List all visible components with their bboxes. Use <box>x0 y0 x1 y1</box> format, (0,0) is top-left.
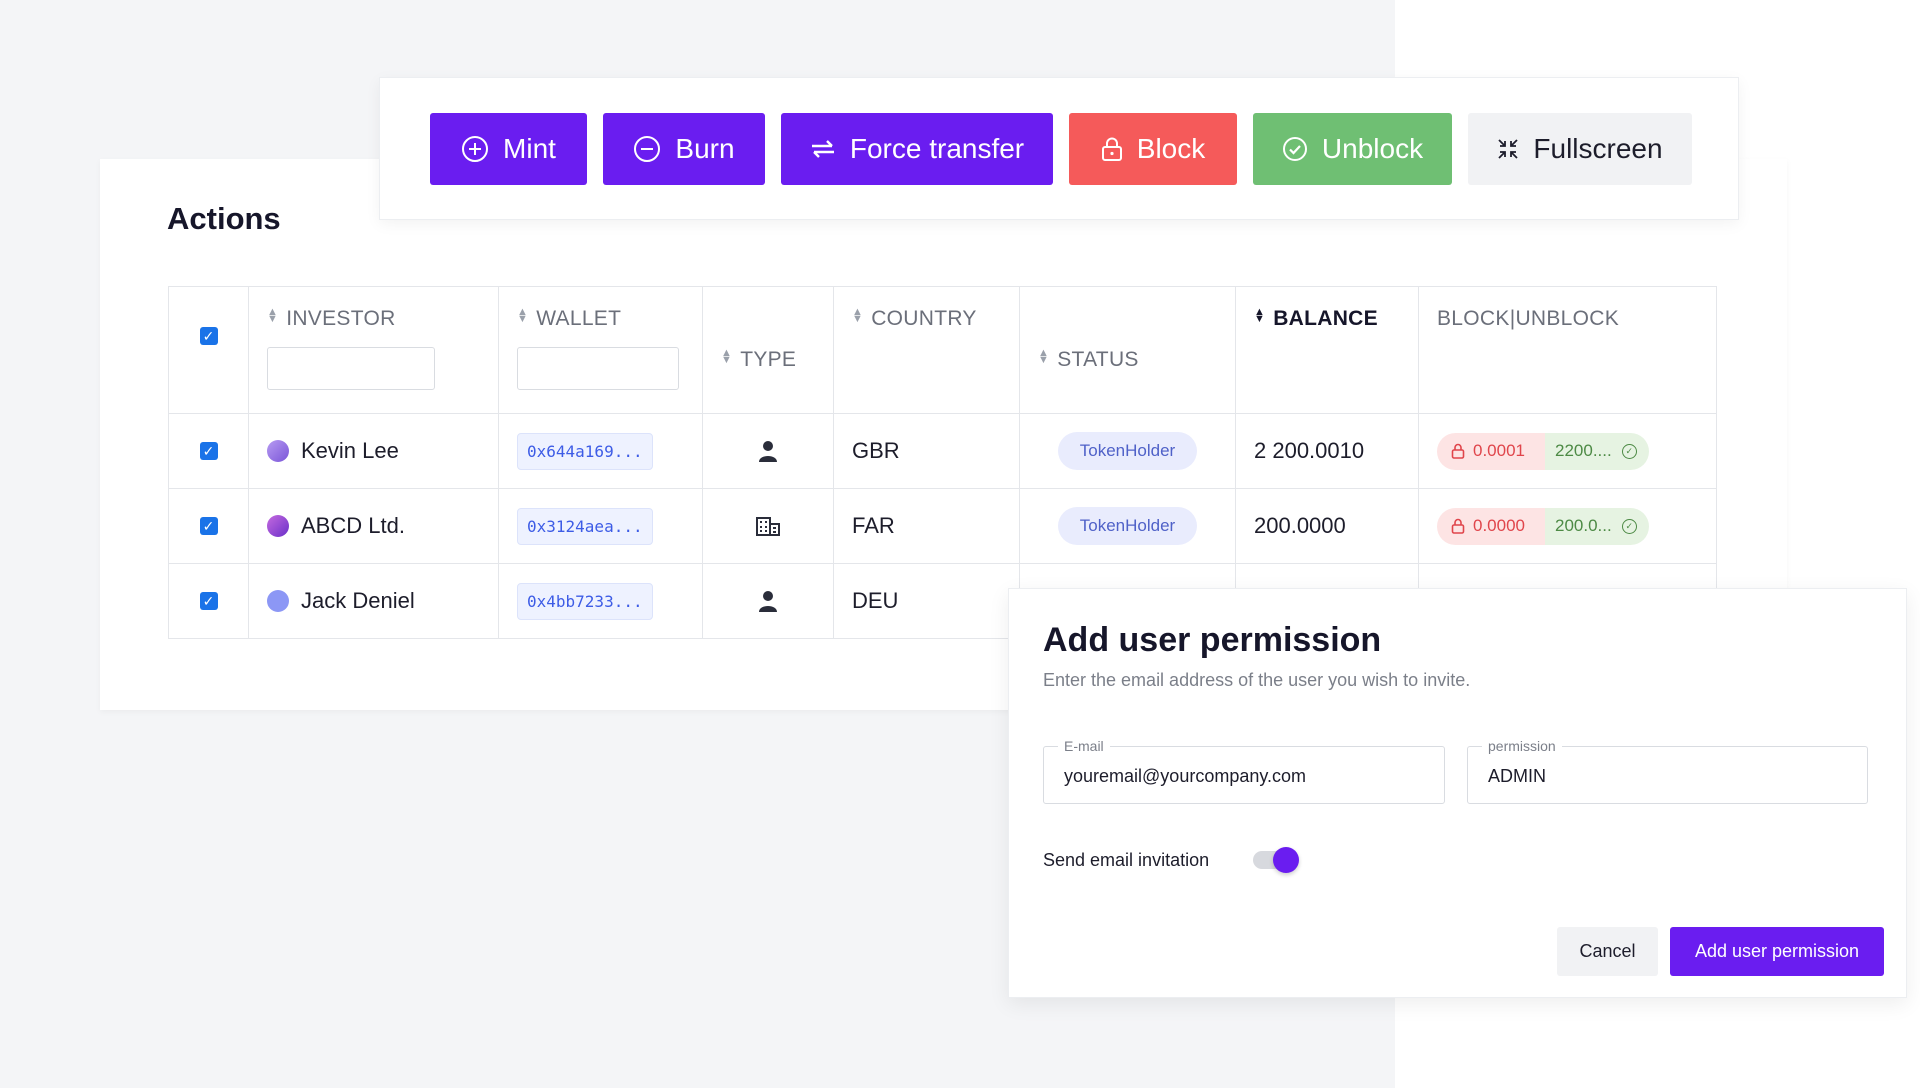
blocked-amount: 0.0000 <box>1473 516 1525 535</box>
avatar <box>267 440 289 462</box>
avatar <box>267 515 289 537</box>
investor-filter-input[interactable] <box>267 347 435 390</box>
plus-circle-icon <box>461 135 489 163</box>
check-circle-icon: ✓ <box>1621 518 1637 534</box>
permission-field[interactable]: permission ADMIN <box>1467 738 1868 804</box>
email-field[interactable]: E-mail youremail@yourcompany.com <box>1043 738 1445 804</box>
table-header: ✓ ▲ ▼ INVESTOR ▲ ▼ WALLET ▲ ▼ TYPE ▲ ▼ C… <box>169 287 1716 414</box>
dialog-subtitle: Enter the email address of the user you … <box>1043 670 1471 690</box>
check-circle-icon: ✓ <box>1621 443 1637 459</box>
lock-icon <box>1451 443 1465 459</box>
swap-arrows-icon <box>810 139 836 159</box>
avatar <box>267 590 289 612</box>
column-header-status[interactable]: ▲ ▼ STATUS <box>1038 348 1139 372</box>
column-header-block-unblock: BLOCK|UNBLOCK <box>1437 307 1620 330</box>
row-checkbox[interactable]: ✓ <box>199 592 218 610</box>
table-row[interactable]: ✓ Kevin Lee 0x644a169... GBR TokenHolder… <box>169 414 1716 489</box>
balance-value: 200.0000 <box>1236 489 1419 563</box>
add-user-permission-dialog: Add user permission Enter the email addr… <box>1008 588 1907 998</box>
select-all-checkbox[interactable]: ✓ <box>199 327 218 345</box>
person-icon <box>759 591 777 612</box>
add-user-permission-button[interactable]: Add user permission <box>1670 927 1884 976</box>
mint-button[interactable]: Mint <box>430 112 587 185</box>
lock-icon <box>1101 137 1123 161</box>
burn-button[interactable]: Burn <box>603 112 765 185</box>
wallet-filter-input[interactable] <box>517 347 679 390</box>
column-header-balance[interactable]: ▲ ▼ BALANCE <box>1254 307 1378 331</box>
actions-title: Actions <box>167 201 281 236</box>
block-button[interactable]: Block <box>1069 112 1237 185</box>
email-label: E-mail <box>1058 738 1110 754</box>
blocked-amount: 0.0001 <box>1473 441 1525 460</box>
permission-select[interactable]: ADMIN <box>1488 766 1847 787</box>
country-code: FAR <box>834 489 1020 563</box>
status-badge: TokenHolder <box>1057 432 1198 470</box>
column-header-country[interactable]: ▲ ▼ COUNTRY <box>852 307 977 331</box>
sort-icon: ▲ ▼ <box>721 347 733 366</box>
wallet-address[interactable]: 0x644a169... <box>517 432 653 470</box>
balance-value: 2 200.0010 <box>1236 414 1419 488</box>
toggle-knob <box>1273 847 1299 873</box>
block-unblock-chip[interactable]: 0.0001 2200.... ✓ <box>1437 432 1649 470</box>
minus-circle-icon <box>633 135 661 163</box>
send-invitation-label: Send email invitation <box>1043 850 1210 870</box>
sort-icon: ▲ ▼ <box>1038 347 1050 366</box>
table-row[interactable]: ✓ ABCD Ltd. 0x3124aea... FAR TokenHolder… <box>169 489 1716 564</box>
investor-name[interactable]: Kevin Lee <box>301 438 399 464</box>
fullscreen-button[interactable]: Fullscreen <box>1468 112 1692 185</box>
email-input[interactable]: youremail@yourcompany.com <box>1064 766 1424 787</box>
unblocked-amount: 2200.... <box>1555 441 1612 460</box>
column-header-wallet[interactable]: ▲ ▼ WALLET <box>517 307 621 331</box>
cancel-button[interactable]: Cancel <box>1557 927 1658 976</box>
investor-name[interactable]: ABCD Ltd. <box>301 513 405 539</box>
row-checkbox[interactable]: ✓ <box>199 442 218 460</box>
lock-icon <box>1451 518 1465 534</box>
sort-icon: ▲ ▼ <box>852 306 864 325</box>
force-transfer-button[interactable]: Force transfer <box>781 112 1053 185</box>
column-header-investor[interactable]: ▲ ▼ INVESTOR <box>267 307 396 331</box>
unblock-button[interactable]: Unblock <box>1253 112 1452 185</box>
building-icon <box>756 517 780 536</box>
person-icon <box>759 441 777 462</box>
wallet-address[interactable]: 0x4bb7233... <box>517 582 653 620</box>
send-invitation-toggle[interactable] <box>1253 847 1299 873</box>
investors-table: ✓ ▲ ▼ INVESTOR ▲ ▼ WALLET ▲ ▼ TYPE ▲ ▼ C… <box>168 286 1717 639</box>
action-toolbar: Mint Burn Force transfer Block Unblock F… <box>379 77 1739 220</box>
sort-icon: ▲ ▼ <box>267 306 279 325</box>
country-code: DEU <box>834 564 1020 638</box>
permission-label: permission <box>1482 738 1562 754</box>
sort-icon: ▲ ▼ <box>517 306 529 325</box>
unblocked-amount: 200.0... <box>1555 516 1612 535</box>
investor-name[interactable]: Jack Deniel <box>301 588 415 614</box>
collapse-icon <box>1497 138 1519 160</box>
check-circle-icon <box>1282 136 1308 162</box>
country-code: GBR <box>834 414 1020 488</box>
sort-icon: ▲ ▼ <box>1254 306 1266 325</box>
column-header-type[interactable]: ▲ ▼ TYPE <box>721 348 796 372</box>
block-unblock-chip[interactable]: 0.0000 200.0... ✓ <box>1437 507 1649 545</box>
wallet-address[interactable]: 0x3124aea... <box>517 507 653 545</box>
dialog-title: Add user permission <box>1043 621 1382 659</box>
status-badge: TokenHolder <box>1057 507 1198 545</box>
row-checkbox[interactable]: ✓ <box>199 517 218 535</box>
